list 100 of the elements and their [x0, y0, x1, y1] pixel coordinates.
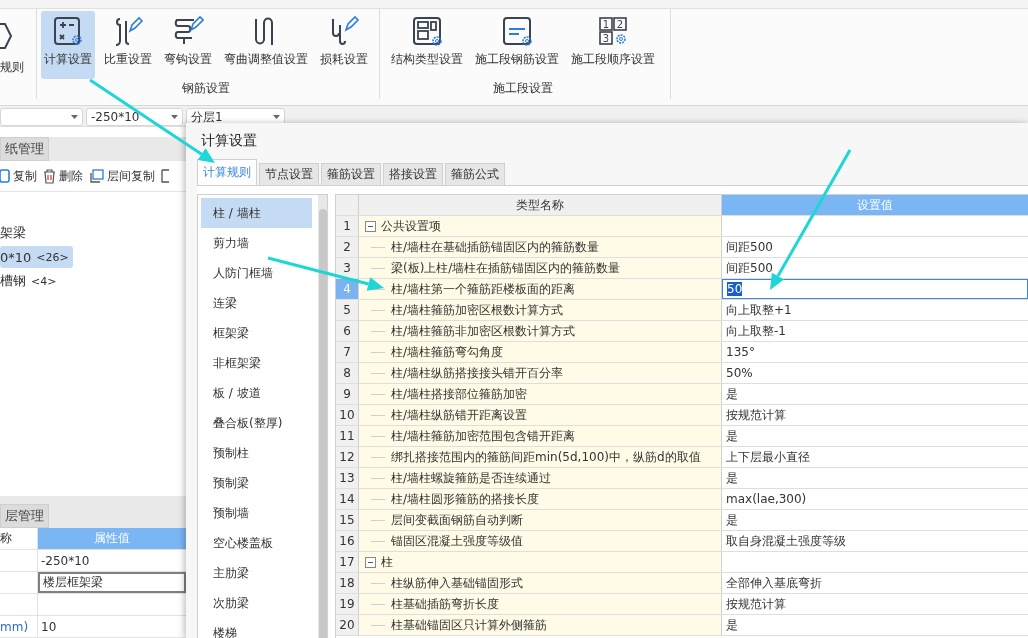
tree-item[interactable]: 架梁	[0, 222, 30, 244]
table-cell-text: 间距500	[725, 238, 774, 256]
category-item[interactable]: 连梁	[201, 288, 312, 318]
row-number: 20	[336, 615, 359, 635]
category-item[interactable]: 柱 / 墙柱	[201, 198, 312, 228]
caret-icon	[71, 115, 78, 119]
category-item[interactable]: 次肋梁	[201, 588, 312, 618]
table-cell: 柱基础锚固区只计算外侧箍筋	[359, 615, 722, 635]
ribbon-button[interactable]: 损耗设置	[317, 11, 371, 79]
row-number: 9	[336, 384, 359, 404]
toolbar-button[interactable]: 层间复制	[89, 167, 155, 185]
collapse-icon[interactable]	[365, 220, 376, 232]
row-number: 7	[336, 342, 359, 362]
table-cell: 柱/墙柱箍筋加密区根数计算方式	[359, 300, 722, 320]
row-number: 10	[336, 405, 359, 425]
row-number: 15	[336, 510, 359, 530]
category-item[interactable]: 主肋梁	[201, 558, 312, 588]
row-number: 18	[336, 573, 359, 593]
row-number: 8	[336, 363, 359, 383]
category-item[interactable]: 预制墙	[201, 498, 312, 528]
input-field[interactable]: 50	[722, 279, 1028, 299]
category-item[interactable]: 预制梁	[201, 468, 312, 498]
tree-item[interactable]: 0*10 <26>	[0, 246, 73, 268]
column-header: 类型名称	[359, 195, 722, 215]
tab[interactable]: 搭接设置	[383, 163, 443, 185]
row-number: 4	[336, 279, 359, 299]
tab[interactable]: 箍筋设置	[321, 163, 381, 185]
column-header: 设置值	[722, 195, 1028, 215]
table-cell-text: 间距500	[725, 259, 774, 277]
row-number: 13	[336, 468, 359, 488]
ribbon-button[interactable]: 弯曲调整值设置	[221, 11, 311, 79]
table-cell: 绑扎搭接范围内的箍筋间距min(5d,100)中，纵筋d的取值	[359, 447, 722, 467]
caret-icon	[273, 115, 280, 119]
category-item[interactable]: 人防门框墙	[201, 258, 312, 288]
row-number: 6	[336, 321, 359, 341]
row-number: 5	[336, 300, 359, 320]
category-item[interactable]: 剪力墙	[201, 228, 312, 258]
dropdown[interactable]	[0, 108, 83, 126]
table-cell-text: 是	[725, 469, 739, 487]
table-cell-text: 取自身混凝土强度等级	[725, 532, 847, 550]
caret-icon	[171, 115, 178, 119]
table-cell-text: 是	[725, 385, 739, 403]
scrollbar-thumb[interactable]	[318, 209, 327, 638]
segment-gear-icon	[501, 15, 533, 47]
group-label: 施工段设置	[492, 80, 554, 97]
ribbon-button[interactable]: 规则	[0, 59, 24, 76]
layers-copy-icon	[89, 168, 104, 184]
table-cell: 锚固区混凝土强度等级值	[359, 531, 722, 551]
tree-item[interactable]: 槽钢 <4>	[0, 270, 61, 292]
table-cell: 层间变截面钢筋自动判断	[359, 510, 722, 530]
ribbon-button[interactable]: 1 2 3 施工段顺序设置	[568, 11, 658, 79]
tab[interactable]: 计算规则	[197, 159, 257, 185]
layout-gear-icon	[411, 15, 443, 47]
table-cell: 柱/墙柱第一个箍筋距楼板面的距离	[359, 279, 722, 299]
table-cell-text: 向上取整+1	[725, 301, 793, 319]
ribbon-button[interactable]: 施工段钢筋设置	[472, 11, 562, 79]
category-item[interactable]: 楼梯	[201, 618, 312, 638]
panel-tab[interactable]: 纸管理	[0, 137, 49, 161]
category-item[interactable]: 板 / 坡道	[201, 378, 312, 408]
table-cell: 柱/墙柱箍筋加密范围包含错开距离	[359, 426, 722, 446]
table-cell-text: 10	[40, 618, 58, 636]
table-cell-text: 是	[725, 616, 739, 634]
calculator-gear-icon	[52, 15, 84, 47]
panel-icon	[161, 169, 169, 183]
dialog-title: 计算设置	[201, 132, 257, 150]
row-number: 2	[336, 237, 359, 257]
row-number: 17	[336, 552, 359, 572]
ribbon-button[interactable]: 比重设置	[101, 11, 155, 79]
category-item[interactable]: 非框架梁	[201, 348, 312, 378]
table-cell: 柱基础插筋弯折长度	[359, 594, 722, 614]
category-item[interactable]: 预制柱	[201, 438, 312, 468]
category-item[interactable]: 框架梁	[201, 318, 312, 348]
table-cell-text: 全部伸入基底弯折	[725, 574, 823, 592]
tab[interactable]: 箍筋公式	[445, 163, 505, 185]
table-cell: 柱/墙柱纵筋错开距离设置	[359, 405, 722, 425]
row-number: 1	[336, 216, 359, 236]
table-cell-text: 是	[725, 511, 739, 529]
input-field[interactable]: 楼层框架梁	[38, 572, 186, 593]
copy-icon	[0, 169, 10, 183]
table-cell-text: 上下层最小直径	[725, 448, 811, 466]
table-cell-text: 50%	[725, 365, 754, 382]
tab[interactable]: 节点设置	[259, 163, 319, 185]
column-header: 属性值	[38, 528, 186, 549]
panel-tab[interactable]: 层管理	[0, 504, 49, 528]
collapse-icon[interactable]	[365, 556, 376, 568]
row-number: 11	[336, 426, 359, 446]
group-label: 钢筋设置	[181, 80, 231, 97]
hook-pen-icon	[172, 15, 204, 47]
category-item[interactable]: 叠合板(整厚)	[201, 408, 312, 438]
toolbar-button[interactable]: 复制	[0, 167, 37, 185]
table-cell: 柱/墙柱螺旋箍筋是否连续通过	[359, 468, 722, 488]
category-item[interactable]: 空心楼盖板	[201, 528, 312, 558]
toolbar-button[interactable]: 删除	[43, 167, 83, 185]
ribbon-button[interactable]: 结构类型设置	[388, 11, 466, 79]
table-cell-text: 向上取整-1	[725, 322, 787, 340]
ribbon-button[interactable]: 计算设置	[41, 11, 95, 79]
ribbon-button[interactable]: 弯钩设置	[161, 11, 215, 79]
splitter-bar[interactable]	[0, 496, 186, 504]
dropdown[interactable]: -250*10	[86, 108, 183, 126]
table-cell: 柱/墙柱圆形箍筋的搭接长度	[359, 489, 722, 509]
